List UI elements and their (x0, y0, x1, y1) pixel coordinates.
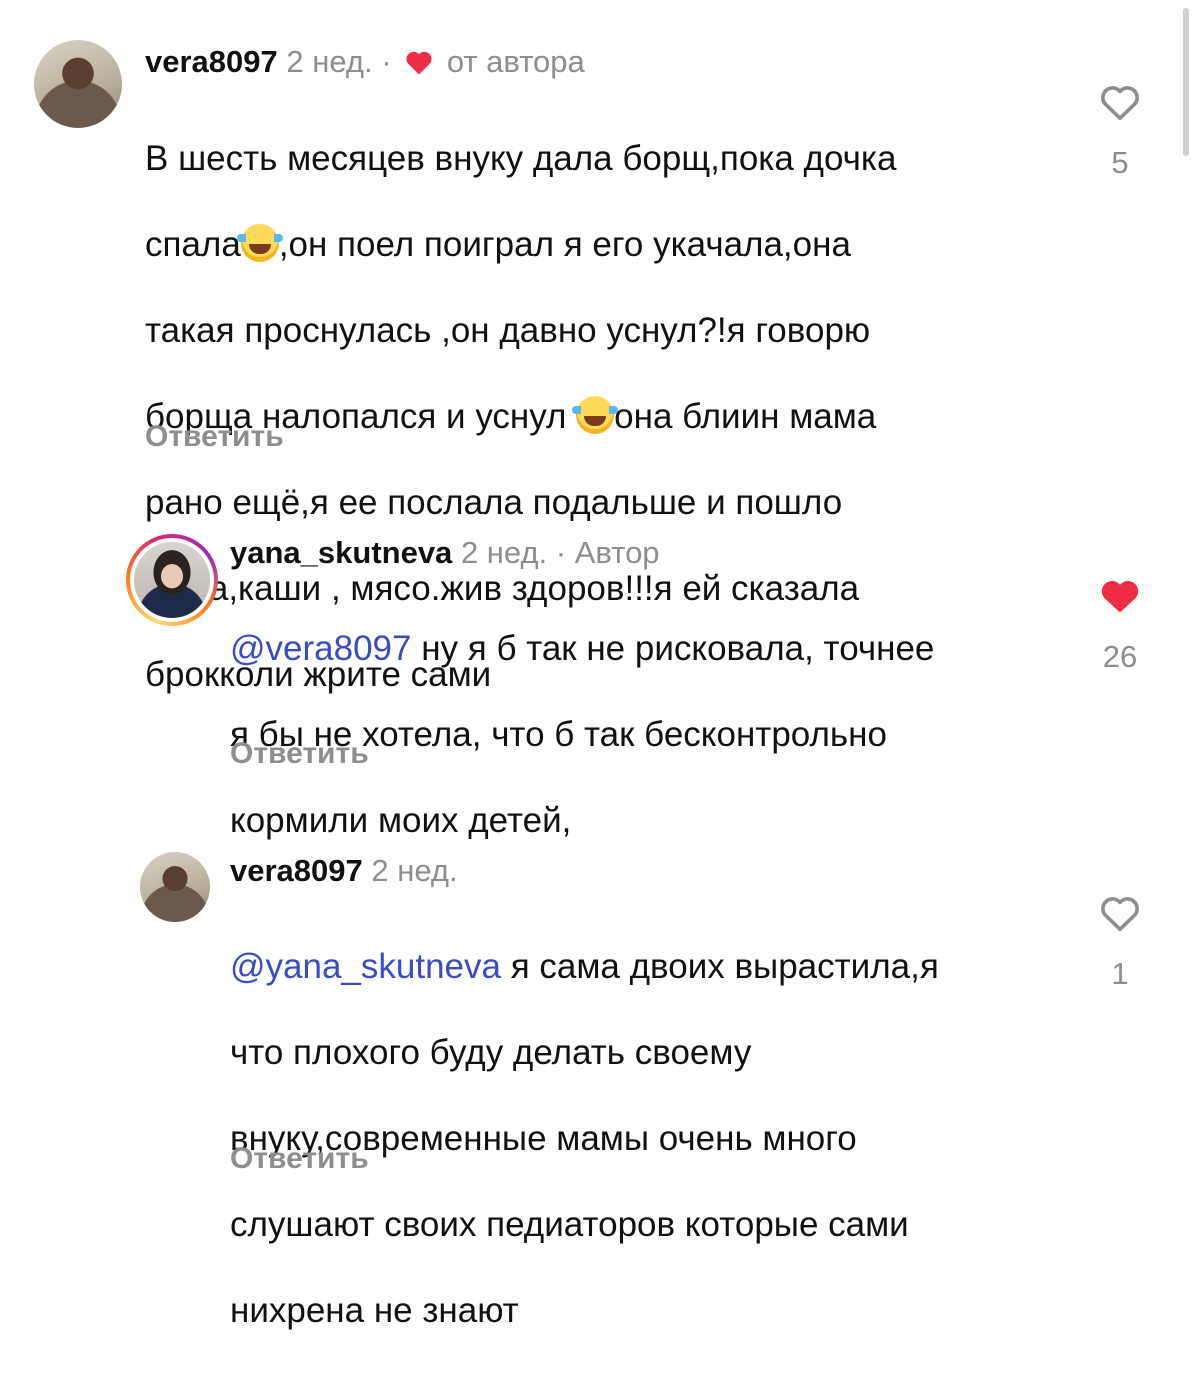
username[interactable]: vera8097 (145, 44, 278, 79)
like-button[interactable]: 1 (1090, 893, 1150, 992)
scrollbar[interactable] (1183, 8, 1189, 156)
author-tag: Автор (574, 535, 660, 570)
username[interactable]: yana_skutneva (230, 535, 452, 570)
text-line: такая проснулась ,он давно уснул?!я гово… (145, 311, 871, 350)
crying-laughing-emoji (572, 396, 619, 434)
text-line: рано ещё,я ее послала подальше и пошло (145, 483, 843, 522)
like-button[interactable]: 26 (1090, 576, 1150, 675)
text-line: @yana_skutneva я сама двоих вырастила,я (230, 947, 939, 986)
text-line: кормили моих детей, (230, 801, 572, 840)
reply-button[interactable]: Ответить (230, 1142, 369, 1176)
like-button[interactable]: 5 (1090, 82, 1150, 181)
mention-link[interactable]: @vera8097 (230, 629, 411, 668)
like-count: 26 (1102, 639, 1138, 674)
heart-filled-icon (406, 51, 432, 75)
timestamp: 2 нед. (286, 44, 373, 79)
timestamp: 2 нед. (371, 853, 458, 888)
text-line: слушают своих педиаторов которые сами (230, 1205, 909, 1244)
like-count: 5 (1111, 145, 1129, 180)
avatar[interactable] (126, 534, 218, 626)
text-line: что плохого буду делать своему (230, 1033, 752, 1072)
reply-button[interactable]: Ответить (230, 737, 369, 771)
comment-meta: vera8097 2 нед. (230, 853, 458, 889)
username[interactable]: vera8097 (230, 853, 363, 888)
timestamp: 2 нед. (460, 535, 548, 570)
comment-meta: yana_skutneva 2 нед. · Автор (230, 535, 660, 571)
text-line: @vera8097 ну я б так не рисковала, точне… (230, 629, 935, 668)
reply-button[interactable]: Ответить (145, 420, 284, 454)
heart-filled-icon (1101, 581, 1139, 613)
avatar[interactable] (140, 852, 210, 922)
avatar[interactable] (34, 40, 122, 128)
separator: · (555, 535, 567, 570)
comment-meta: vera8097 2 нед. · от автора (145, 44, 585, 80)
separator: · (381, 44, 392, 79)
liked-by-author-label: от автора (446, 44, 585, 79)
text-line: В шесть месяцев внуку дала борщ,пока доч… (145, 139, 897, 178)
text-line: спала ,он поел поиграл я его укачала,она (145, 224, 851, 264)
text-line: нихрена не знают (230, 1291, 519, 1330)
heart-outline-icon (1101, 86, 1139, 121)
heart-outline-icon (1101, 897, 1139, 932)
comment-text: @vera8097 ну я б так не рисковала, точне… (230, 584, 1070, 885)
comment-text: @yana_skutneva я сама двоих вырастила,я … (230, 902, 1070, 1375)
like-count: 1 (1111, 956, 1129, 991)
mention-link[interactable]: @yana_skutneva (230, 947, 501, 986)
crying-laughing-emoji (236, 224, 283, 262)
